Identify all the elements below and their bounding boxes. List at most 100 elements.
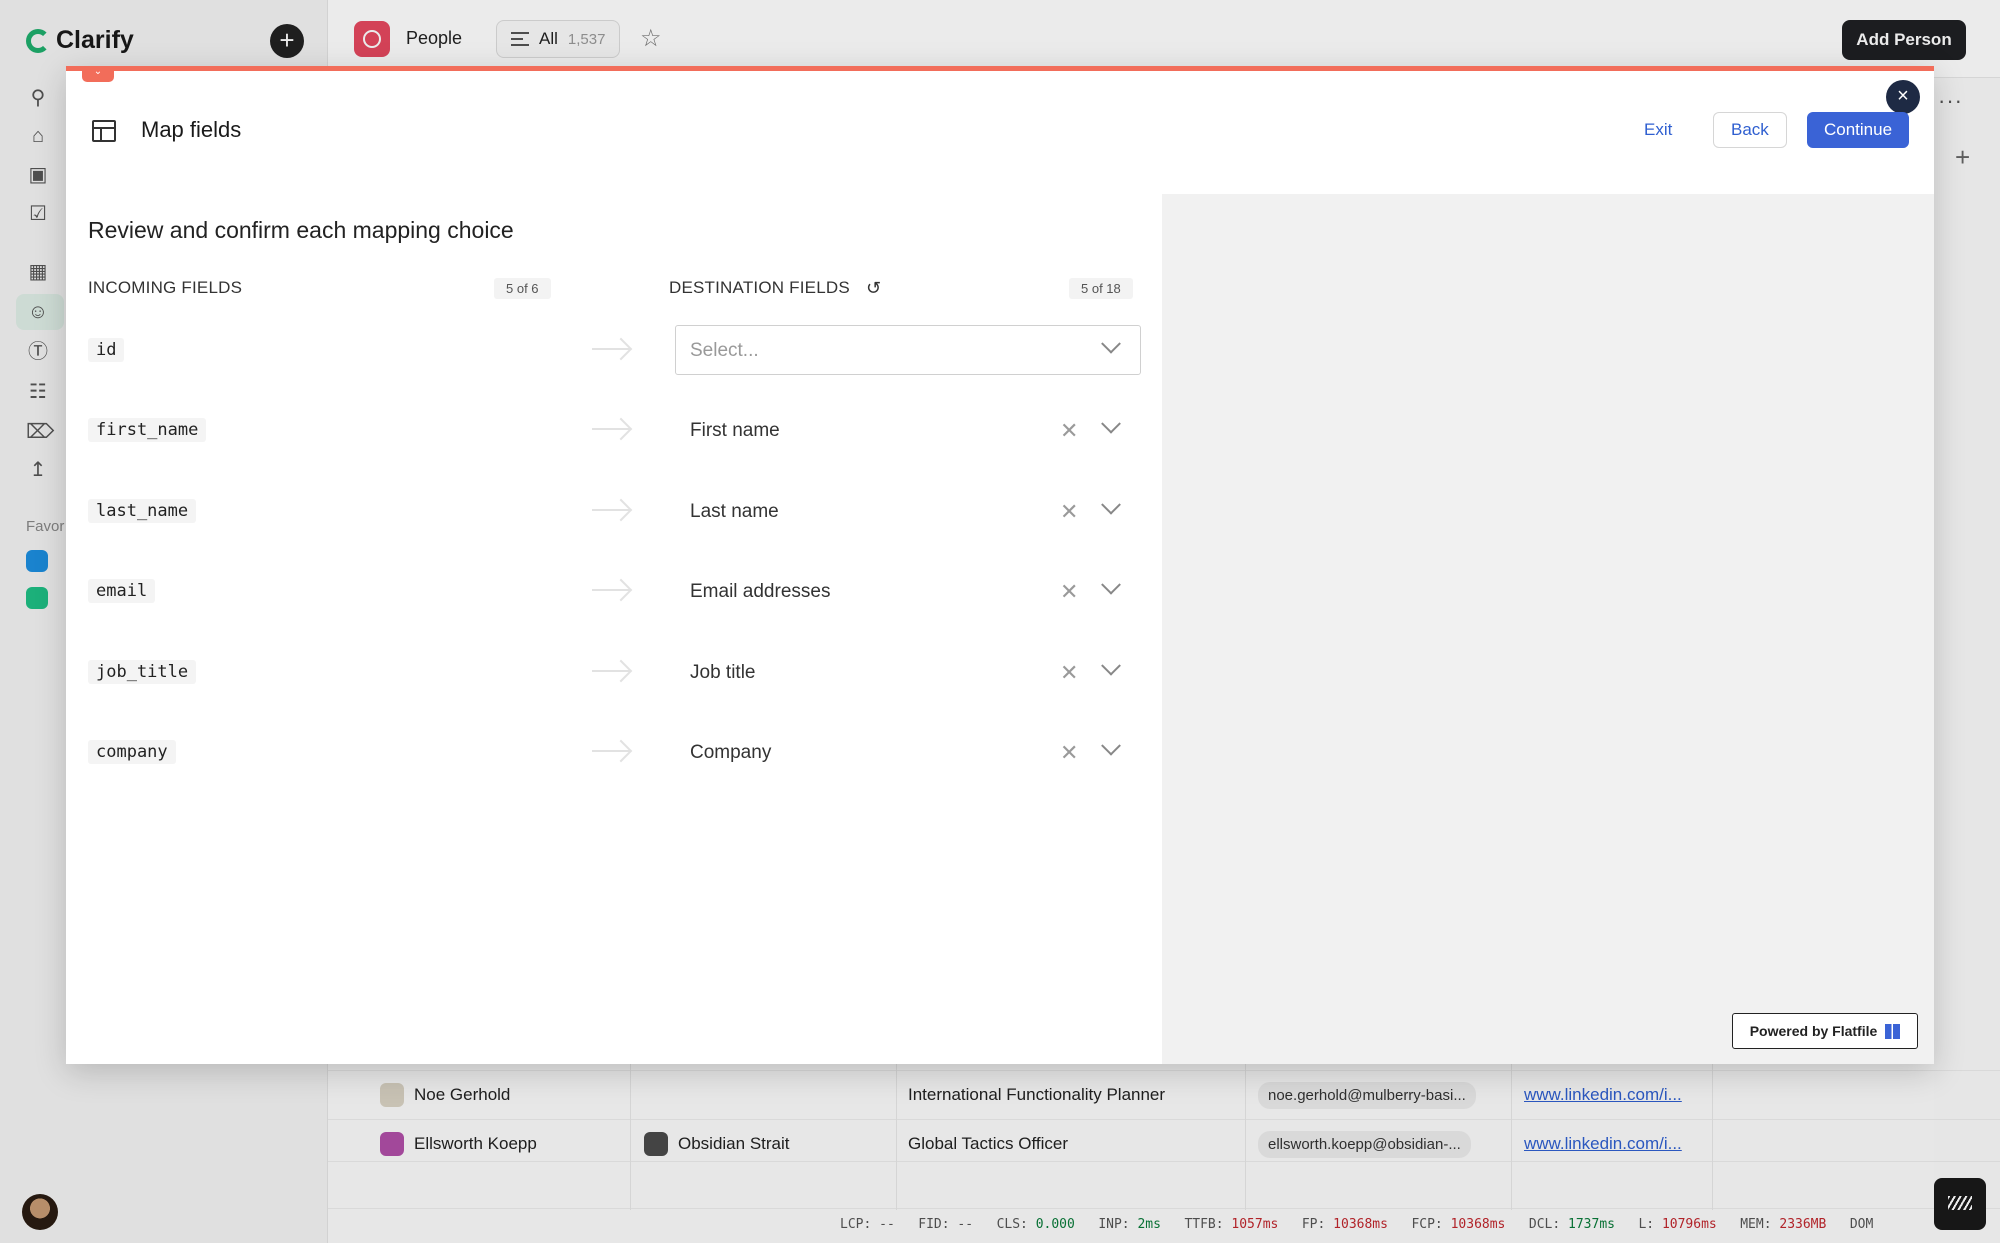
perf-mem: 2336MB bbox=[1779, 1217, 1827, 1232]
incoming-field: first_name bbox=[88, 418, 207, 442]
destination-value: Company bbox=[690, 742, 772, 763]
job-title-cell[interactable]: Global Tactics Officer bbox=[908, 1120, 1068, 1168]
company-cell[interactable]: Obsidian Strait bbox=[644, 1120, 790, 1168]
destination-select[interactable]: First name ✕ bbox=[675, 405, 1141, 455]
perf-ttfb-label: TTFB: bbox=[1184, 1217, 1224, 1232]
continue-button[interactable]: Continue bbox=[1807, 112, 1910, 148]
incoming-field: last_name bbox=[88, 499, 197, 523]
performance-bar: LCP: -- FID: -- CLS: 0.000 INP: 2ms TTFB… bbox=[840, 1217, 1873, 1232]
meetings-icon[interactable]: ☷ bbox=[26, 380, 50, 404]
table-row[interactable]: Noe Gerhold International Functionality … bbox=[328, 1071, 2000, 1119]
deals-icon[interactable]: Ⓣ bbox=[26, 340, 50, 364]
table-row[interactable]: Ellsworth Koepp Obsidian Strait Global T… bbox=[328, 1120, 2000, 1168]
mapping-row-job-title: job_title Job title ✕ bbox=[88, 647, 1142, 697]
linkedin-link[interactable]: www.linkedin.com/i... bbox=[1524, 1085, 1682, 1105]
clear-mapping-icon[interactable]: ✕ bbox=[1060, 418, 1078, 444]
destination-select[interactable]: Last name ✕ bbox=[675, 486, 1141, 536]
perf-fcp-label: FCP: bbox=[1411, 1217, 1443, 1232]
user-avatar[interactable] bbox=[22, 1194, 58, 1230]
destination-select[interactable]: Email addresses ✕ bbox=[675, 566, 1141, 616]
incoming-fields-header: INCOMING FIELDS bbox=[88, 278, 243, 297]
perf-mem-label: MEM: bbox=[1740, 1217, 1772, 1232]
chevron-down-icon[interactable] bbox=[1101, 735, 1121, 756]
brand-logo[interactable]: Clarify bbox=[26, 26, 134, 55]
favorites-label: Favor bbox=[26, 518, 65, 535]
perf-ttfb: 1057ms bbox=[1231, 1217, 1279, 1232]
linkedin-link[interactable]: www.linkedin.com/i... bbox=[1524, 1134, 1682, 1154]
linkedin-cell[interactable]: www.linkedin.com/i... bbox=[1524, 1120, 1682, 1168]
person-name: Noe Gerhold bbox=[414, 1085, 511, 1104]
home-icon[interactable]: ⌂ bbox=[26, 124, 50, 148]
companies-icon[interactable]: ▦ bbox=[26, 260, 50, 284]
add-person-button[interactable]: Add Person bbox=[1842, 20, 1966, 60]
clear-mapping-icon[interactable]: ✕ bbox=[1060, 499, 1078, 525]
back-button[interactable]: Back bbox=[1713, 112, 1787, 148]
object-title[interactable]: People bbox=[406, 28, 462, 49]
perf-inp-label: INP: bbox=[1098, 1217, 1130, 1232]
view-selector[interactable]: All 1,537 bbox=[496, 20, 621, 58]
reports-icon[interactable]: ↥ bbox=[26, 458, 50, 482]
brand-name: Clarify bbox=[56, 26, 134, 54]
powered-by-flatfile-badge[interactable]: Powered by Flatfile bbox=[1732, 1013, 1918, 1049]
linkedin-cell[interactable]: www.linkedin.com/i... bbox=[1524, 1071, 1682, 1119]
email-cell[interactable]: noe.gerhold@mulberry-basi... bbox=[1258, 1071, 1476, 1119]
perf-l-label: L: bbox=[1638, 1217, 1655, 1232]
perf-inp: 2ms bbox=[1137, 1217, 1161, 1232]
favorite-tag-icon[interactable] bbox=[26, 550, 48, 572]
devtools-toggle-button[interactable] bbox=[1934, 1178, 1986, 1230]
more-options-icon[interactable]: ··· bbox=[1938, 88, 1963, 114]
job-title: Global Tactics Officer bbox=[908, 1134, 1068, 1153]
job-title: International Functionality Planner bbox=[908, 1085, 1166, 1104]
arrow-right-icon bbox=[592, 417, 632, 441]
powered-by-text: Powered by Flatfile bbox=[1749, 1023, 1878, 1039]
incoming-field: company bbox=[88, 740, 176, 764]
modal-accent-line bbox=[66, 66, 1934, 71]
clear-mapping-icon[interactable]: ✕ bbox=[1060, 579, 1078, 605]
email-cell[interactable]: ellsworth.koepp@obsidian-... bbox=[1258, 1120, 1471, 1168]
incoming-count-badge: 5 of 6 bbox=[494, 278, 551, 299]
clarify-logo-icon bbox=[26, 28, 50, 53]
job-title-cell[interactable]: International Functionality Planner bbox=[908, 1071, 1165, 1119]
workflows-icon[interactable]: ⌦ bbox=[26, 420, 54, 444]
email-chip[interactable]: noe.gerhold@mulberry-basi... bbox=[1258, 1081, 1476, 1109]
preview-panel bbox=[1162, 194, 1934, 1064]
add-column-icon[interactable]: + bbox=[1955, 142, 1970, 173]
mapping-row-first-name: first_name First name ✕ bbox=[88, 405, 1142, 455]
person-name-cell[interactable]: Ellsworth Koepp bbox=[380, 1120, 537, 1168]
people-object-icon bbox=[354, 21, 390, 57]
close-modal-button[interactable]: × bbox=[1886, 80, 1920, 114]
perf-l: 10796ms bbox=[1661, 1217, 1717, 1232]
destination-value: Job title bbox=[690, 662, 756, 683]
chevron-down-icon[interactable] bbox=[1101, 655, 1121, 676]
perf-dom-label: DOM bbox=[1849, 1217, 1874, 1232]
arrow-right-icon bbox=[592, 498, 632, 522]
reset-mapping-icon[interactable]: ↺ bbox=[866, 278, 881, 299]
favorite-tag-icon[interactable] bbox=[26, 587, 48, 609]
exit-button[interactable]: Exit bbox=[1630, 112, 1686, 148]
destination-select[interactable]: Select... bbox=[675, 325, 1141, 375]
inbox-icon[interactable]: ▣ bbox=[26, 163, 50, 187]
chevron-down-icon[interactable] bbox=[1101, 413, 1121, 434]
tasks-icon[interactable]: ☑ bbox=[26, 202, 50, 226]
clear-mapping-icon[interactable]: ✕ bbox=[1060, 660, 1078, 686]
chevron-down-icon[interactable] bbox=[1101, 574, 1121, 595]
destination-value: Last name bbox=[690, 501, 779, 522]
flatfile-logo-icon bbox=[1885, 1023, 1901, 1039]
email-chip[interactable]: ellsworth.koepp@obsidian-... bbox=[1258, 1130, 1471, 1158]
perf-dcl: 1737ms bbox=[1568, 1217, 1615, 1232]
chevron-down-icon[interactable] bbox=[1101, 494, 1121, 515]
perf-cls: 0.000 bbox=[1035, 1217, 1075, 1232]
perf-fid-label: FID: bbox=[918, 1217, 950, 1232]
destination-select[interactable]: Job title ✕ bbox=[675, 647, 1141, 697]
chevron-down-icon[interactable] bbox=[1101, 333, 1121, 354]
people-icon[interactable]: ☺ bbox=[26, 300, 50, 324]
collapse-chevron-icon[interactable]: ⌄ bbox=[82, 66, 114, 82]
favorite-star-icon[interactable]: ☆ bbox=[640, 24, 662, 53]
destination-select[interactable]: Company ✕ bbox=[675, 727, 1141, 777]
create-plus-button[interactable]: + bbox=[270, 24, 304, 58]
company-logo bbox=[644, 1132, 668, 1156]
perf-fid: -- bbox=[957, 1217, 974, 1232]
search-icon[interactable]: ⚲ bbox=[26, 86, 50, 110]
clear-mapping-icon[interactable]: ✕ bbox=[1060, 740, 1078, 766]
person-name-cell[interactable]: Noe Gerhold bbox=[380, 1071, 510, 1119]
